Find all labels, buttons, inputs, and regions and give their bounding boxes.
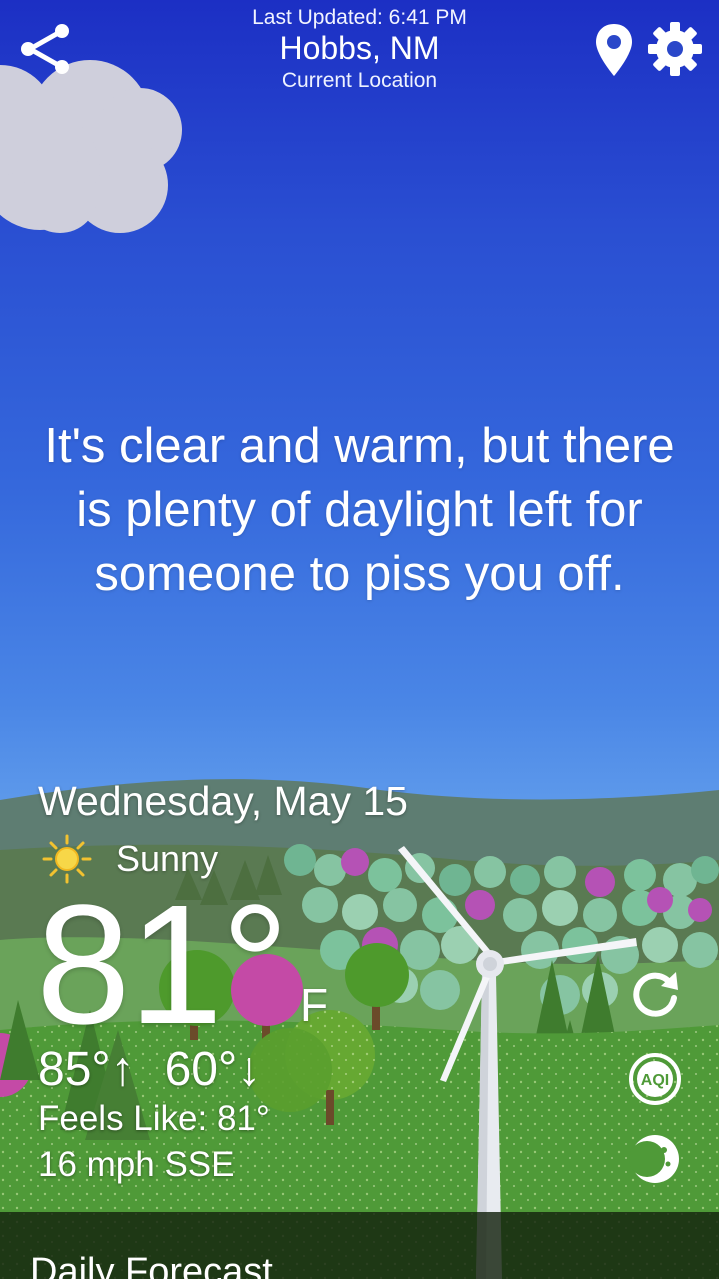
high-temp: 85°↑ xyxy=(38,1043,135,1096)
temperature-unit: F xyxy=(300,979,329,1031)
refresh-icon[interactable] xyxy=(626,966,684,1024)
moon-phase-icon[interactable] xyxy=(626,1130,684,1188)
wind-speed: 16 mph SSE xyxy=(38,1145,235,1184)
weather-screen: Last Updated: 6:41 PM Hobbs, NM Current … xyxy=(0,0,719,1279)
aqi-button[interactable]: AQI xyxy=(626,1050,684,1108)
aqi-label: AQI xyxy=(641,1072,669,1089)
forecast-date: Wednesday, May 15 xyxy=(38,778,408,824)
share-icon[interactable] xyxy=(16,20,74,78)
high-low-temps: 85°↑ 60°↓ xyxy=(38,1042,261,1098)
gear-icon[interactable] xyxy=(646,20,704,78)
daily-forecast-title: Daily Forecast xyxy=(30,1251,273,1279)
daily-forecast-section[interactable]: Daily Forecast xyxy=(0,1212,719,1279)
current-temperature: 81° xyxy=(36,870,289,1060)
location-pin-icon[interactable] xyxy=(594,22,634,78)
low-temp: 60°↓ xyxy=(164,1043,262,1096)
weather-message: It's clear and warm, but there is plenty… xyxy=(44,419,675,601)
feels-like: Feels Like: 81° xyxy=(38,1099,270,1138)
